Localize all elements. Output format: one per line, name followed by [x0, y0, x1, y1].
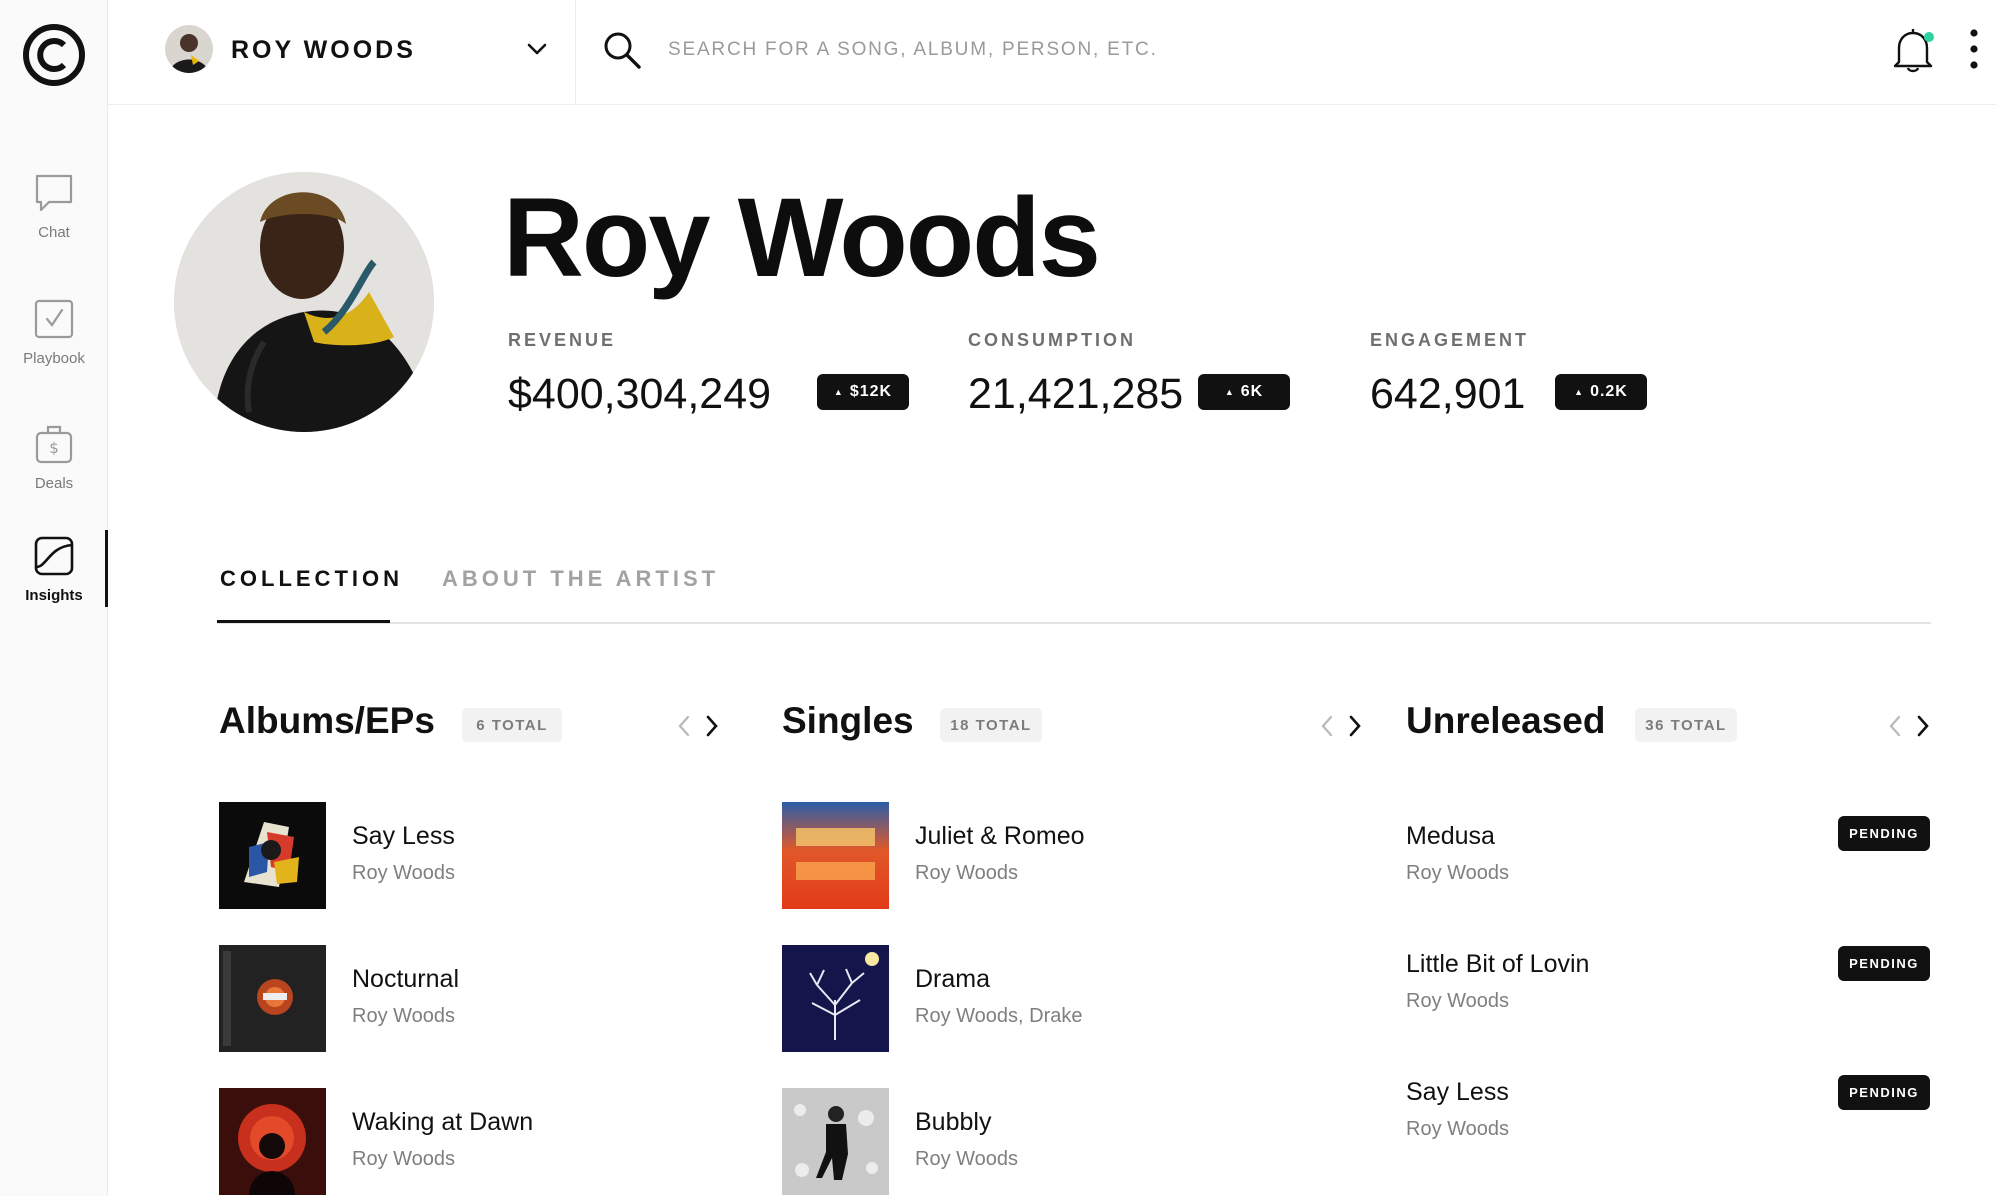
section-title: Singles [782, 700, 914, 741]
count-badge: 6 TOTAL [462, 708, 562, 742]
up-arrow-icon: ▲ [1224, 387, 1235, 397]
tab-bar: COLLECTION ABOUT THE ARTIST [217, 560, 1931, 624]
list-item[interactable]: Medusa Roy Woods PENDING [1406, 802, 1931, 912]
list-item[interactable]: Juliet & Romeo Roy Woods [782, 802, 1362, 912]
item-title: Nocturnal [352, 965, 459, 993]
metric-value: $400,304,249 [508, 370, 772, 418]
metric-change-badge: ▲ $12K [817, 374, 909, 410]
sidebar-item-playbook[interactable]: Playbook [0, 298, 108, 398]
metric-change: $12K [849, 383, 893, 400]
list-item[interactable]: Waking at Dawn Roy Woods [219, 1088, 729, 1196]
album-cover [782, 802, 889, 909]
search-icon[interactable] [602, 30, 642, 70]
chevron-left-icon[interactable] [1886, 714, 1904, 738]
count-badge: 18 TOTAL [940, 708, 1042, 742]
chart-icon [34, 536, 74, 576]
list-item[interactable]: Nocturnal Roy Woods [219, 945, 729, 1055]
chat-icon [35, 174, 73, 212]
money-bag-icon: $ [35, 425, 73, 464]
active-nav-indicator [105, 530, 108, 607]
list-item[interactable]: Drama Roy Woods, Drake [782, 945, 1362, 1055]
item-title: Bubbly [915, 1108, 992, 1136]
more-options-icon[interactable] [1966, 28, 1982, 70]
item-artist: Roy Woods [1406, 990, 1510, 1012]
metric-label: ENGAGEMENT [1370, 330, 1530, 350]
metric-value: 21,421,285 [968, 370, 1184, 418]
metric-engagement: ENGAGEMENT 642,901 ▲ 0.2K [1370, 330, 1647, 418]
item-title: Drama [915, 965, 991, 993]
item-title: Juliet & Romeo [915, 822, 1085, 850]
metric-revenue: REVENUE $400,304,249 ▲ $12K [508, 330, 909, 418]
artist-photo [174, 172, 434, 432]
metric-change: 6K [1240, 383, 1264, 400]
section-title: Albums/EPs [219, 700, 435, 741]
artist-switcher-name: ROY WOODS [231, 36, 416, 64]
up-arrow-icon: ▲ [1574, 387, 1585, 397]
section-title: Unreleased [1406, 700, 1606, 741]
item-title: Little Bit of Lovin [1406, 950, 1590, 978]
album-cover [219, 1088, 326, 1195]
chevron-right-icon[interactable] [1346, 714, 1364, 738]
sidebar-item-deals[interactable]: $ Deals [0, 423, 108, 523]
metric-consumption: CONSUMPTION 21,421,285 ▲ 6K [968, 330, 1290, 418]
chevron-left-icon[interactable] [1318, 714, 1336, 738]
list-item[interactable]: Say Less Roy Woods [219, 802, 729, 912]
top-bar: ROY WOODS [108, 0, 1996, 105]
active-tab-underline [217, 620, 390, 623]
album-cover [782, 1088, 889, 1195]
metric-change: 0.2K [1590, 383, 1628, 400]
item-artist: Roy Woods, Drake [915, 1005, 1083, 1027]
chevron-right-icon[interactable] [703, 714, 721, 738]
tab-collection[interactable]: COLLECTION [220, 566, 403, 592]
copyright-logo-icon[interactable] [21, 22, 87, 88]
item-title: Waking at Dawn [352, 1108, 534, 1136]
album-cover [782, 945, 889, 1052]
list-item[interactable]: Bubbly Roy Woods [782, 1088, 1362, 1196]
sidebar-item-insights[interactable]: Insights [0, 535, 108, 635]
item-title: Medusa [1406, 822, 1495, 850]
list-item[interactable]: Say Less Roy Woods PENDING [1406, 1058, 1931, 1168]
metric-change-badge: ▲ 6K [1198, 374, 1290, 410]
item-artist: Roy Woods [1406, 862, 1510, 884]
metric-label: CONSUMPTION [968, 330, 1136, 350]
search-input[interactable] [668, 30, 1568, 70]
item-artist: Roy Woods [1406, 1118, 1510, 1140]
item-artist: Roy Woods [352, 1005, 456, 1027]
sidebar-item-chat[interactable]: Chat [0, 172, 108, 272]
checkbox-icon [34, 299, 74, 339]
tab-about-the-artist[interactable]: ABOUT THE ARTIST [442, 566, 719, 592]
album-cover [219, 802, 326, 909]
chevron-right-icon[interactable] [1914, 714, 1932, 738]
chevron-left-icon[interactable] [675, 714, 693, 738]
sidebar-item-label: Deals [34, 475, 74, 492]
sidebar-item-label: Insights [25, 587, 83, 604]
notification-dot [1924, 32, 1934, 42]
metric-change-badge: ▲ 0.2K [1555, 374, 1647, 410]
up-arrow-icon: ▲ [833, 387, 844, 397]
artist-avatar [165, 25, 213, 73]
status-badge: PENDING [1838, 946, 1930, 981]
count-badge: 36 TOTAL [1635, 708, 1737, 742]
metric-label: REVENUE [508, 330, 617, 350]
item-artist: Roy Woods [352, 1148, 456, 1170]
sidebar: Chat Playbook $ Deals Insights [0, 0, 108, 1196]
list-item[interactable]: Little Bit of Lovin Roy Woods PENDING [1406, 930, 1931, 1040]
status-badge: PENDING [1838, 1075, 1930, 1110]
svg-text:$: $ [49, 439, 59, 457]
item-artist: Roy Woods [352, 862, 456, 884]
artist-title: Roy Woods [503, 175, 1101, 300]
sidebar-item-label: Playbook [23, 350, 85, 367]
artist-switcher[interactable]: ROY WOODS [108, 0, 576, 104]
item-artist: Roy Woods [915, 862, 1019, 884]
chevron-down-icon [527, 43, 547, 55]
item-title: Say Less [352, 822, 455, 850]
item-artist: Roy Woods [915, 1148, 1019, 1170]
item-title: Say Less [1406, 1078, 1509, 1106]
sidebar-item-label: Chat [38, 224, 70, 241]
album-cover [219, 945, 326, 1052]
status-badge: PENDING [1838, 816, 1930, 851]
metric-value: 642,901 [1370, 370, 1526, 418]
